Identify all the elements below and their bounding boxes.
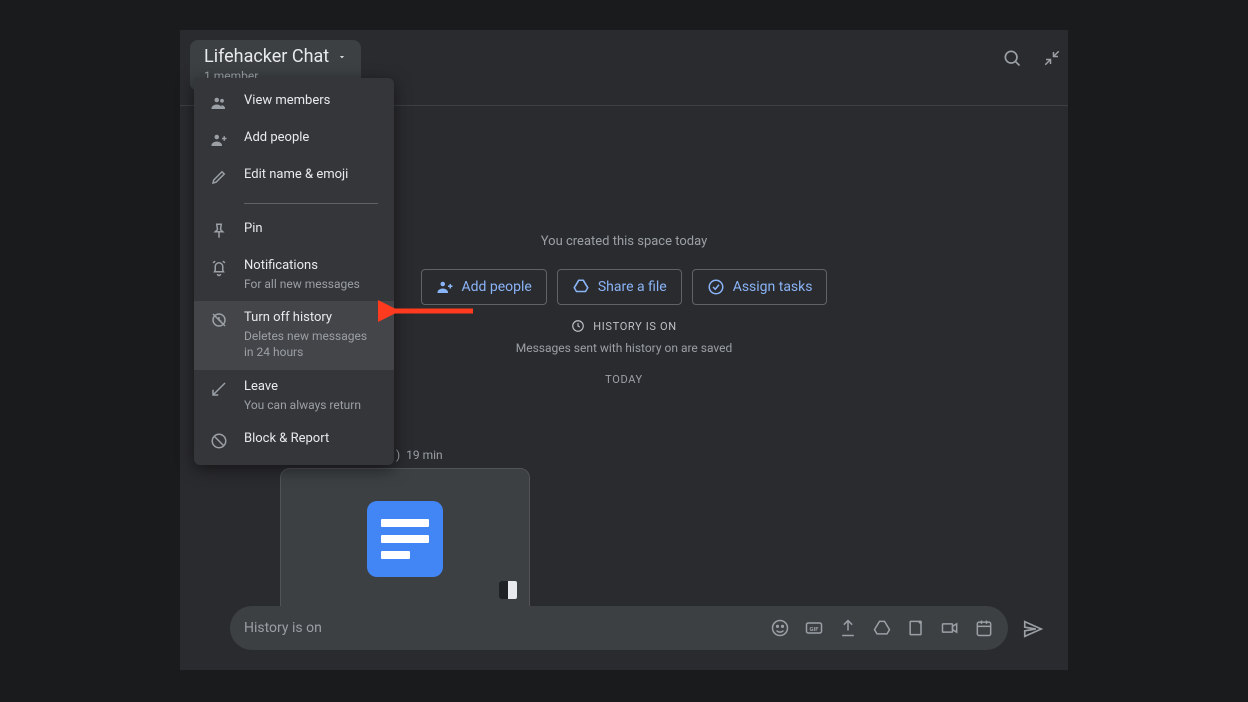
menu-item-block-report[interactable]: Block & Report (194, 422, 394, 459)
gif-icon: GIF (804, 618, 824, 638)
collapse-icon (1043, 49, 1061, 67)
menu-item-notifications[interactable]: NotificationsFor all new messages (194, 249, 394, 301)
history-heading: HISTORY IS ON (593, 320, 676, 333)
search-button[interactable] (1002, 48, 1022, 68)
header-bar: Lifehacker Chat 1 member View membersAdd… (180, 30, 1068, 106)
video-icon (940, 618, 960, 638)
person-add-icon (436, 278, 454, 296)
leave-icon (210, 380, 228, 398)
pin-icon (210, 222, 228, 240)
calendar-button[interactable] (974, 618, 994, 638)
history-icon (571, 319, 585, 333)
menu-item-pin[interactable]: Pin (194, 212, 394, 249)
person-add-icon (210, 131, 228, 149)
group-icon (210, 94, 228, 112)
composer-input[interactable] (244, 620, 770, 636)
emoji-button[interactable] (770, 618, 790, 638)
calendar-icon (974, 618, 994, 638)
message-timestamp: ) 19 min (396, 448, 443, 462)
bell-icon (210, 259, 228, 277)
menu-item-add-people[interactable]: Add people (194, 121, 394, 158)
side-panel-chip-icon (499, 581, 517, 599)
menu-item-turn-off-history[interactable]: Turn off historyDeletes new messages in … (194, 301, 394, 369)
menu-item-leave[interactable]: LeaveYou can always return (194, 370, 394, 422)
drive-icon (572, 278, 590, 296)
drive-button[interactable] (872, 618, 892, 638)
block-icon (210, 432, 228, 450)
doc-preview (281, 469, 529, 609)
history-off-icon (210, 311, 228, 329)
new-doc-icon (906, 618, 926, 638)
chevron-down-icon (337, 52, 347, 62)
send-icon (1022, 618, 1044, 640)
video-button[interactable] (940, 618, 960, 638)
message-composer[interactable]: GIF (230, 606, 1008, 650)
space-context-menu: View membersAdd peopleEdit name & emoji P… (194, 78, 394, 465)
annotation-arrow (378, 296, 478, 326)
send-button[interactable] (1022, 618, 1044, 640)
upload-icon (838, 618, 858, 638)
gif-button[interactable]: GIF (804, 618, 824, 638)
task-icon (707, 278, 725, 296)
emoji-icon (770, 618, 790, 638)
upload-button[interactable] (838, 618, 858, 638)
space-title: Lifehacker Chat (204, 46, 329, 67)
collapse-button[interactable] (1042, 48, 1062, 68)
menu-item-view-members[interactable]: View members (194, 84, 394, 121)
share-file-button[interactable]: Share a file (557, 269, 682, 305)
docs-logo-large (367, 501, 443, 577)
search-icon (1002, 48, 1022, 68)
menu-item-edit-name-emoji[interactable]: Edit name & emoji (194, 158, 394, 195)
assign-tasks-button[interactable]: Assign tasks (692, 269, 828, 305)
edit-icon (210, 168, 228, 186)
svg-text:GIF: GIF (810, 627, 820, 633)
new-doc-button[interactable] (906, 618, 926, 638)
drive-icon (872, 618, 892, 638)
